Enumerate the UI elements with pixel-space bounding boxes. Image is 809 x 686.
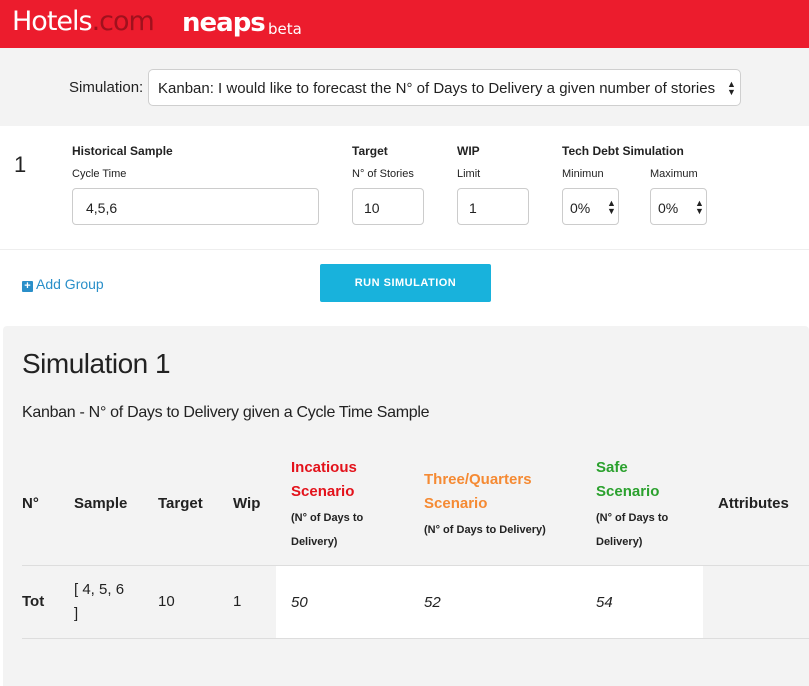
minimum-label: Minimun — [562, 168, 604, 180]
app-header: Hotels.com neaps beta — [0, 0, 809, 48]
maximum-label: Maximum — [650, 168, 698, 180]
row-wip: 1 — [233, 593, 242, 610]
updown-arrows-icon: ▲ ▼ — [727, 79, 736, 97]
col-header-sample: Sample — [74, 495, 128, 512]
col-header-safe: Safe — [596, 459, 628, 476]
row-safe-value: 54 — [596, 594, 613, 611]
hotels-logo[interactable]: Hotels.com — [12, 6, 155, 37]
row-incautious-value: 50 — [291, 594, 308, 611]
updown-arrows-icon: ▲ ▼ — [607, 198, 616, 216]
row-sample-line2: ] — [74, 605, 79, 622]
col-header-incautious: Incatious — [291, 459, 357, 476]
simulation-label: Simulation: — [69, 79, 144, 96]
add-group-label: Add Group — [36, 276, 104, 292]
col-header-wip: Wip — [233, 495, 261, 512]
minimum-select-value: 0% — [570, 200, 591, 216]
app-beta-tag: beta — [268, 20, 302, 38]
results-subtitle: Kanban - N° of Days to Delivery given a … — [22, 404, 430, 421]
incautious-note-line1: (N° of Days to — [291, 512, 364, 524]
row-target: 10 — [158, 593, 175, 610]
cycle-time-label: Cycle Time — [72, 168, 127, 180]
limit-input[interactable]: 1 — [457, 188, 529, 225]
stories-input[interactable]: 10 — [352, 188, 424, 225]
updown-arrows-icon: ▲ ▼ — [695, 198, 704, 216]
row-divider — [22, 638, 809, 639]
maximum-select-value: 0% — [658, 200, 679, 216]
col-header-attributes: Attributes — [718, 495, 789, 512]
col-header-safe-scenario: Scenario — [596, 483, 660, 500]
scenario-cells-bg — [276, 566, 703, 638]
limit-label: Limit — [457, 168, 481, 180]
incautious-note-line2: Delivery) — [291, 536, 338, 548]
historical-sample-label: Historical Sample — [72, 144, 173, 158]
logo-main: Hotels — [12, 6, 93, 37]
tech-debt-label: Tech Debt Simulation — [562, 144, 684, 158]
group-number: 1 — [14, 152, 27, 177]
simulation-select[interactable]: Kanban: I would like to forecast the N° … — [148, 69, 741, 106]
results-panel: Simulation 1 Kanban - N° of Days to Deli… — [3, 326, 809, 686]
col-header-target: Target — [158, 495, 203, 512]
plus-icon: + — [22, 281, 33, 292]
safe-note-line1: (N° of Days to — [596, 512, 669, 524]
results-title: Simulation 1 — [22, 348, 171, 379]
minimum-select[interactable]: 0% ▲ ▼ — [562, 188, 619, 225]
cycle-time-input[interactable]: 4,5,6 — [72, 188, 319, 225]
logo-dot: .com — [91, 6, 155, 37]
wip-label: WIP — [457, 144, 480, 158]
run-simulation-button[interactable]: RUN SIMULATION — [320, 264, 491, 302]
app-name: neaps — [182, 8, 266, 38]
row-three-quarters-value: 52 — [424, 594, 441, 611]
safe-note-line2: Delivery) — [596, 536, 643, 548]
target-label: Target — [352, 144, 388, 158]
col-header-three-quarters: Three/Quarters — [424, 471, 532, 488]
stories-label: N° of Stories — [352, 168, 414, 180]
maximum-select[interactable]: 0% ▲ ▼ — [650, 188, 707, 225]
col-header-incautious-scenario: Scenario — [291, 483, 355, 500]
col-header-n: N° — [22, 495, 39, 512]
col-header-three-quarters-scenario: Scenario — [424, 495, 488, 512]
add-group-link[interactable]: + Add Group — [22, 276, 104, 292]
simulation-select-value: Kanban: I would like to forecast the N° … — [158, 80, 716, 97]
simulation-bar: Simulation: Kanban: I would like to fore… — [0, 48, 809, 126]
simulation-group: 1 Historical Sample Cycle Time 4,5,6 Tar… — [0, 126, 809, 250]
row-sample-line1: [ 4, 5, 6 — [74, 581, 125, 598]
three-quarters-note: (N° of Days to Delivery) — [424, 524, 546, 536]
row-n: Tot — [22, 593, 45, 610]
